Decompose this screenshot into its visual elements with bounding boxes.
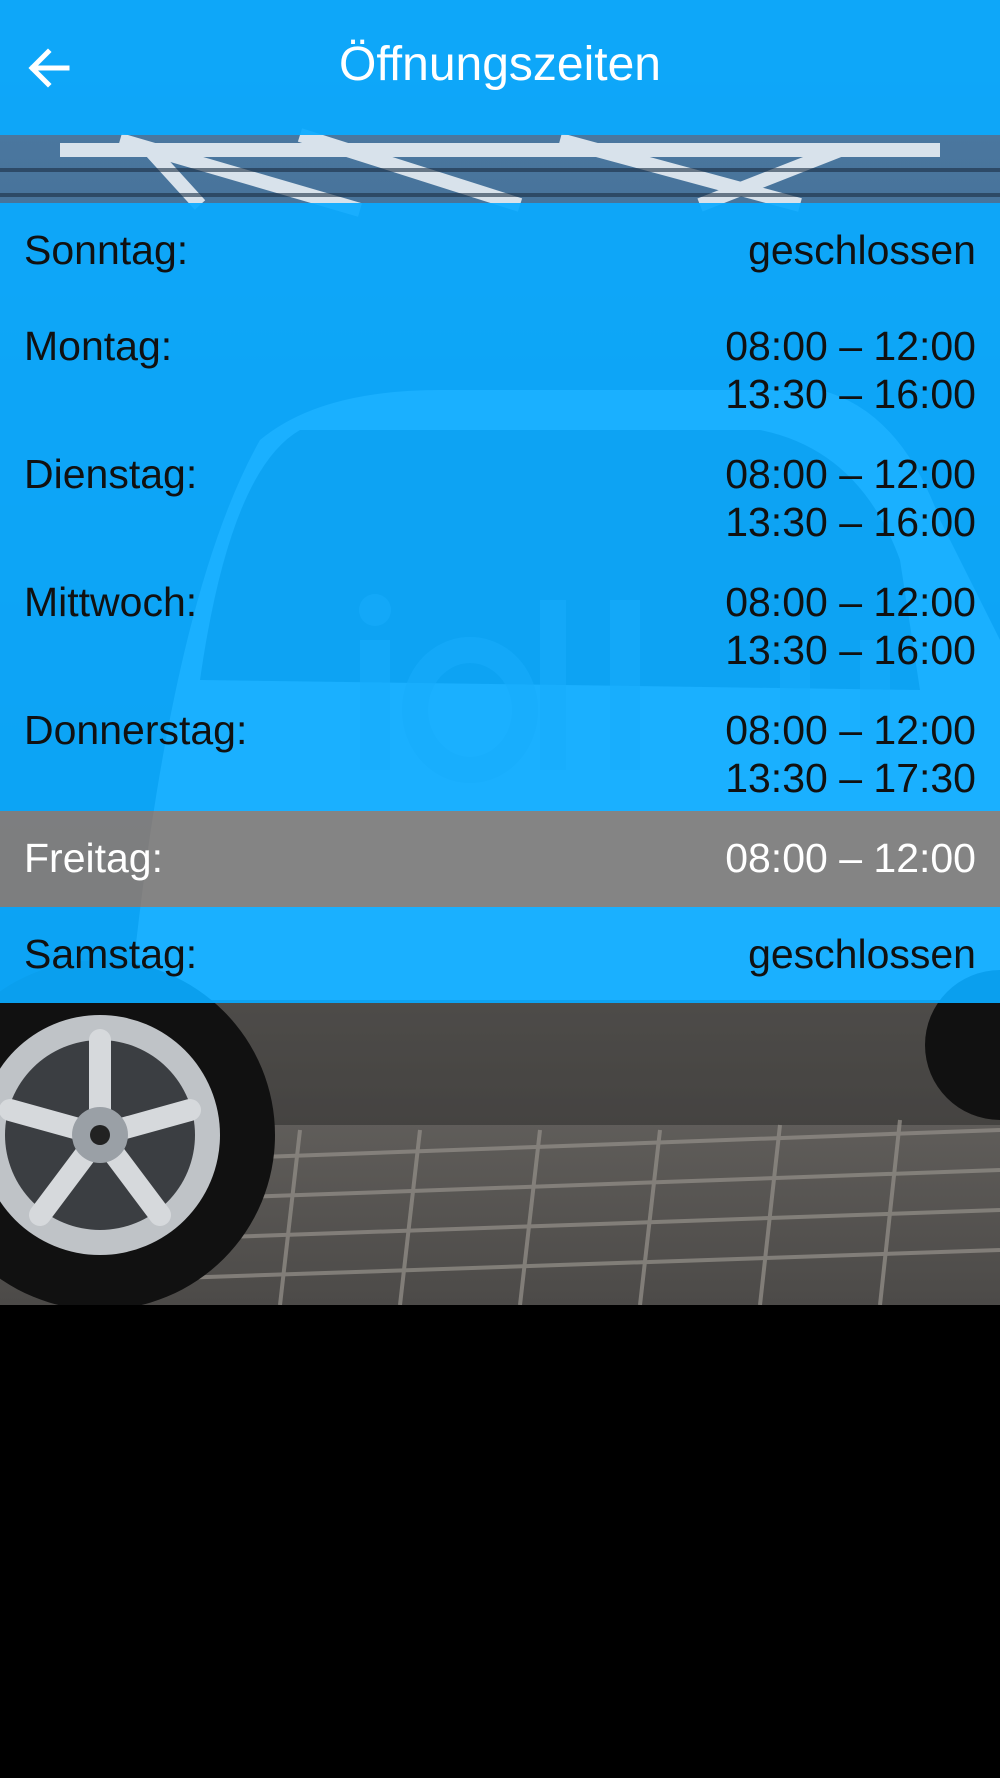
time-range: 08:00 – 12:00 [725,451,976,497]
arrow-left-icon [28,48,70,88]
hours-times: 08:00 – 12:00 13:30 – 17:30 [725,706,976,802]
day-label: Donnerstag: [24,707,248,753]
time-range: 13:30 – 16:00 [725,627,976,673]
time-range: geschlossen [748,931,976,977]
hours-row-thursday: Donnerstag: 08:00 – 12:00 13:30 – 17:30 [0,683,1000,811]
hours-times: geschlossen [748,226,976,274]
day-label: Sonntag: [24,227,189,273]
day-label: Mittwoch: [24,579,198,625]
day-label: Montag: [24,323,173,369]
hours-row-wednesday: Mittwoch: 08:00 – 12:00 13:30 – 16:00 [0,555,1000,683]
time-range: 13:30 – 16:00 [725,371,976,417]
time-range: geschlossen [748,227,976,273]
opening-hours-list: Sonntag: geschlossen Montag: 08:00 – 12:… [0,203,1000,1003]
hours-row-monday: Montag: 08:00 – 12:00 13:30 – 16:00 [0,299,1000,427]
page-title: Öffnungszeiten [338,38,661,91]
time-range: 08:00 – 12:00 [725,707,976,753]
hours-times: 08:00 – 12:00 [725,834,976,882]
hours-times: 08:00 – 12:00 13:30 – 16:00 [725,578,976,674]
hours-row-sunday: Sonntag: geschlossen [0,203,1000,299]
time-range: 08:00 – 12:00 [725,323,976,369]
time-range: 08:00 – 12:00 [725,579,976,625]
hours-row-tuesday: Dienstag: 08:00 – 12:00 13:30 – 16:00 [0,427,1000,555]
day-label: Freitag: [24,835,163,881]
opening-hours-screen: Öffnungszeiten Sonntag: geschlossen Mont… [0,0,1000,1778]
hours-times: 08:00 – 12:00 13:30 – 16:00 [725,322,976,418]
time-range: 13:30 – 17:30 [725,755,976,801]
hours-row-saturday: Samstag: geschlossen [0,907,1000,1003]
back-button[interactable] [14,33,84,103]
hours-times: geschlossen [748,930,976,978]
hours-times: 08:00 – 12:00 13:30 – 16:00 [725,450,976,546]
day-label: Samstag: [24,931,198,977]
app-bar: Öffnungszeiten [0,0,1000,135]
time-range: 08:00 – 12:00 [725,835,976,881]
hours-row-friday-today: Freitag: 08:00 – 12:00 [0,811,1000,907]
time-range: 13:30 – 16:00 [725,499,976,545]
day-label: Dienstag: [24,451,198,497]
